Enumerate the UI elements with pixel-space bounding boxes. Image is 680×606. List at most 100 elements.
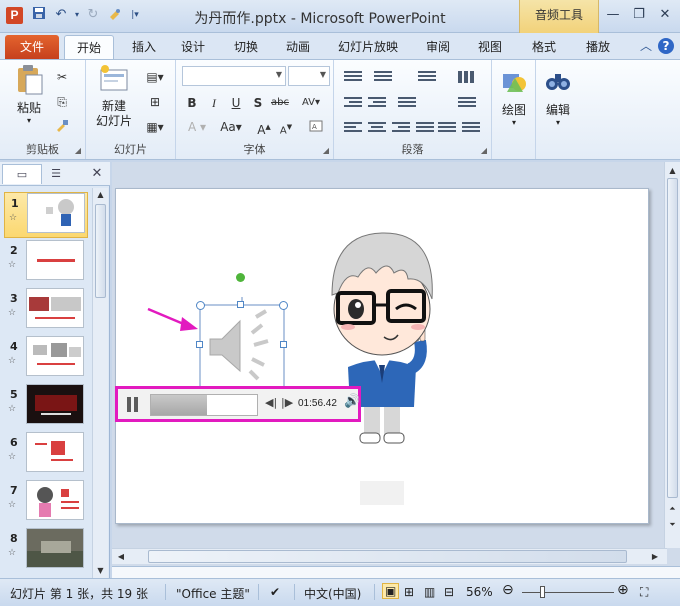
zoom-in-icon[interactable]: ⊕ <box>617 582 629 598</box>
reading-view-icon[interactable]: ▥ <box>424 585 435 599</box>
tab-slides-view[interactable]: ▭ <box>2 164 42 184</box>
scroll-up-icon[interactable]: ▲ <box>93 188 108 202</box>
next-slide-icon[interactable]: ⏷ <box>665 518 680 532</box>
slide-thumbnail[interactable]: 5 ☆ <box>4 384 88 430</box>
audio-progress-bar[interactable] <box>150 394 258 416</box>
align-text-icon[interactable] <box>462 120 480 134</box>
align-center-icon[interactable] <box>368 120 386 134</box>
tab-insert[interactable]: 插入 <box>124 35 164 59</box>
section-icon[interactable]: ▦▾ <box>142 118 168 136</box>
char-spacing-icon[interactable]: AV▾ <box>296 94 326 112</box>
editing-button[interactable]: 编辑 ▾ <box>540 66 576 127</box>
resize-handle[interactable] <box>237 301 244 308</box>
reset-icon[interactable]: ⊞ <box>142 93 168 111</box>
resize-handle[interactable] <box>279 301 288 310</box>
close-panel-icon[interactable]: ✕ <box>88 164 106 184</box>
prev-slide-icon[interactable]: ⏶ <box>665 502 680 516</box>
restore-icon[interactable]: ❐ <box>626 4 652 26</box>
font-launcher-icon[interactable]: ◢ <box>323 146 329 155</box>
slides-panel-scrollbar[interactable]: ▲ ▼ <box>92 188 108 578</box>
tab-animations[interactable]: 动画 <box>278 35 318 59</box>
editor-horizontal-scrollbar[interactable]: ◀ ▶ <box>112 548 667 564</box>
strikethrough-icon[interactable]: abc <box>270 94 290 112</box>
drawing-button[interactable]: 绘图 ▾ <box>496 66 532 127</box>
new-slide-button[interactable]: 新建 幻灯片 <box>92 64 136 129</box>
layout-icon[interactable]: ▤▾ <box>142 68 168 86</box>
save-icon[interactable] <box>30 6 48 24</box>
bold-icon[interactable]: B <box>182 94 202 112</box>
paste-button[interactable]: 粘贴 ▾ <box>8 64 50 125</box>
tab-file[interactable]: 文件 <box>5 35 59 59</box>
tab-design[interactable]: 设计 <box>173 35 213 59</box>
cut-icon[interactable]: ✂ <box>52 68 72 86</box>
bullets-icon[interactable] <box>344 69 362 83</box>
resize-handle[interactable] <box>280 341 287 348</box>
scroll-up-icon[interactable]: ▲ <box>665 164 680 178</box>
slide-thumbnail[interactable]: 1 ☆ <box>4 192 88 238</box>
rotation-handle[interactable] <box>236 273 245 282</box>
font-family-combo[interactable]: ▼ <box>182 66 286 86</box>
scroll-thumb[interactable] <box>95 204 106 298</box>
scroll-thumb[interactable] <box>148 550 627 563</box>
shadow-icon[interactable]: S <box>248 94 268 112</box>
align-left-icon[interactable] <box>344 120 362 134</box>
paragraph-launcher-icon[interactable]: ◢ <box>481 146 487 155</box>
minimize-icon[interactable]: — <box>600 4 626 26</box>
zoom-level[interactable]: 56% <box>466 585 493 599</box>
fit-to-window-icon[interactable]: ⛶ <box>640 585 648 600</box>
slideshow-icon[interactable]: ⊟ <box>444 585 454 599</box>
align-right-icon[interactable] <box>392 120 410 134</box>
pause-button[interactable] <box>126 397 140 412</box>
zoom-slider-thumb[interactable] <box>540 586 545 598</box>
format-painter-icon[interactable] <box>52 118 72 136</box>
clipboard-launcher-icon[interactable]: ◢ <box>75 146 81 155</box>
character-illustration[interactable] <box>302 215 462 505</box>
zoom-out-icon[interactable]: ⊖ <box>502 582 514 598</box>
redo-icon[interactable]: ↻ <box>84 6 102 24</box>
underline-icon[interactable]: U <box>226 94 246 112</box>
slide-thumbnail[interactable]: 3 ☆ <box>4 288 88 334</box>
slide-thumbnail[interactable]: 7 ☆ <box>4 480 88 526</box>
slide-thumbnail[interactable]: 6 ☆ <box>4 432 88 478</box>
scroll-right-icon[interactable]: ▶ <box>648 550 662 564</box>
language-indicator[interactable]: 中文(中国) <box>304 585 361 602</box>
list-level-icon[interactable] <box>398 95 416 109</box>
format-painter-quick-icon[interactable] <box>106 6 124 24</box>
slide-thumbnail[interactable]: 8 ☆ <box>4 528 88 574</box>
normal-view-icon[interactable]: ▣ <box>382 583 400 599</box>
resize-handle[interactable] <box>196 341 203 348</box>
font-color-icon[interactable]: A ▾ <box>182 118 212 136</box>
justify-icon[interactable] <box>416 120 434 134</box>
tab-transitions[interactable]: 切换 <box>226 35 266 59</box>
audio-icon[interactable] <box>196 297 288 389</box>
tab-outline-view[interactable]: ☰ <box>44 164 68 184</box>
help-icon[interactable]: ? <box>658 38 674 54</box>
font-size-combo[interactable]: ▼ <box>288 66 330 86</box>
tab-view[interactable]: 视图 <box>470 35 510 59</box>
distributed-icon[interactable] <box>438 120 456 134</box>
text-direction-icon[interactable] <box>458 95 476 109</box>
seek-back-icon[interactable]: ◀| <box>265 396 277 409</box>
slide-canvas[interactable] <box>115 188 649 524</box>
change-case-icon[interactable]: Aa▾ <box>216 118 246 136</box>
shrink-font-icon[interactable]: A▼ <box>276 118 296 136</box>
close-icon[interactable]: ✕ <box>652 4 678 26</box>
slide-sorter-icon[interactable]: ⊞ <box>404 585 414 599</box>
powerpoint-logo-icon[interactable]: P <box>6 7 23 24</box>
spell-check-icon[interactable]: ✔ <box>270 585 280 599</box>
decrease-indent-icon[interactable] <box>344 95 362 109</box>
clear-formatting-icon[interactable]: A <box>306 118 326 136</box>
increase-indent-icon[interactable] <box>368 95 386 109</box>
scroll-thumb[interactable] <box>667 178 678 498</box>
scroll-down-icon[interactable]: ▼ <box>93 564 108 578</box>
line-spacing-icon[interactable] <box>418 69 436 83</box>
slide-thumbnail[interactable]: 2 ☆ <box>4 240 88 286</box>
italic-icon[interactable]: I <box>204 94 224 112</box>
volume-icon[interactable]: 🔊 <box>344 394 360 409</box>
zoom-slider[interactable] <box>522 592 614 593</box>
customize-toolbar-icon[interactable]: |▾ <box>126 6 144 24</box>
scroll-left-icon[interactable]: ◀ <box>114 550 128 564</box>
tab-home[interactable]: 开始 <box>64 35 114 59</box>
notes-pane[interactable] <box>112 566 680 578</box>
tab-slideshow[interactable]: 幻灯片放映 <box>333 35 403 59</box>
